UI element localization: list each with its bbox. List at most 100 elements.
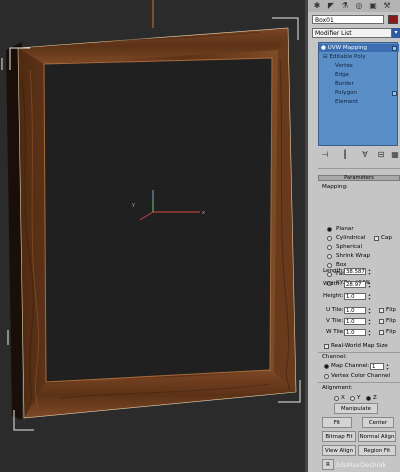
v-tile-input[interactable]: 1.0 <box>344 318 366 325</box>
stack-item-label: Editable Poly <box>329 54 366 60</box>
display-tab-icon[interactable]: ▣ <box>368 1 378 11</box>
stack-item-editable-poly[interactable]: ⊟ Editable Poly <box>323 53 366 61</box>
stack-item-border[interactable]: Border <box>335 80 354 88</box>
real-world-map-size-checkbox[interactable] <box>324 344 329 349</box>
bitmap-fit-button[interactable]: Bitmap Fit <box>322 431 356 442</box>
u-tile-label: U Tile: <box>326 307 344 313</box>
reset-button[interactable]: R <box>322 459 334 470</box>
map-channel-input[interactable]: 1 <box>370 363 384 370</box>
stack-item-edge[interactable]: Edge <box>335 71 349 79</box>
fit-button[interactable]: Fit <box>322 417 352 428</box>
viewport-canvas: y x <box>1 0 301 431</box>
stack-item-element[interactable]: Element <box>335 98 358 106</box>
width-input[interactable]: 28.97 <box>344 281 366 288</box>
axis-y-label: Y <box>357 395 361 401</box>
radio-shrink-wrap[interactable] <box>327 254 332 259</box>
v-tile-spinner[interactable]: ▴ ▾ <box>367 318 372 326</box>
u-flip-checkbox[interactable] <box>379 308 384 313</box>
divider <box>318 168 400 169</box>
view-align-button[interactable]: View Align <box>322 445 356 456</box>
modify-tab-icon[interactable]: ◤ <box>326 1 336 11</box>
real-world-map-size-label: Real-World Map Size <box>331 343 388 349</box>
divider <box>318 352 400 353</box>
stack-toolbar: ⊣ ┃ ∀ ⊟ ▦ <box>318 149 400 163</box>
channel-group-title: Channel: <box>322 354 347 360</box>
radio-align-y[interactable] <box>350 396 355 401</box>
alignment-group-title: Alignment: <box>322 385 353 391</box>
command-panel-tabs: ✱ ◤ ⚗ ◎ ▣ ⚒ <box>308 0 400 12</box>
radio-map-channel[interactable] <box>324 364 329 369</box>
remove-modifier-icon[interactable]: ⊟ <box>376 150 386 160</box>
mapping-option-label: Shrink Wrap <box>336 253 371 259</box>
modifier-stack[interactable]: ● UVW Mapping ⊟ Editable Poly Vertex Edg… <box>318 42 399 146</box>
radio-align-x[interactable] <box>334 396 339 401</box>
mapping-group-title: Mapping: <box>322 184 348 190</box>
v-flip-checkbox[interactable] <box>379 319 384 324</box>
object-color-swatch[interactable] <box>388 15 398 24</box>
height-input[interactable]: 1.0 <box>344 293 366 300</box>
radio-vertex-color-channel[interactable] <box>324 374 329 379</box>
command-panel: ✱ ◤ ⚗ ◎ ▣ ⚒ Box01 Modifier List ▾ ● UVW … <box>308 0 400 472</box>
flip-label: Flip <box>386 307 396 313</box>
region-fit-button[interactable]: Region Fit <box>358 445 396 456</box>
width-spinner[interactable]: ▴ ▾ <box>367 281 372 289</box>
radio-cylindrical[interactable] <box>327 236 332 241</box>
utilities-tab-icon[interactable]: ⚒ <box>382 1 392 11</box>
expand-icon[interactable]: ⊟ <box>323 54 328 60</box>
flip-label: Flip <box>386 318 396 324</box>
cap-label: Cap <box>381 235 392 241</box>
configure-sets-icon[interactable]: ▦ <box>390 150 400 160</box>
perspective-viewport[interactable]: y x <box>0 0 306 472</box>
axis-x-label: X <box>341 395 345 401</box>
vertex-color-channel-label: Vertex Color Channel <box>331 373 391 379</box>
w-tile-spinner[interactable]: ▴ ▾ <box>367 329 372 337</box>
cap-checkbox[interactable] <box>374 236 379 241</box>
u-tile-spinner[interactable]: ▴ ▾ <box>367 307 372 315</box>
v-tile-label: V Tile: <box>326 318 344 324</box>
chevron-down-icon[interactable]: ▾ <box>392 28 400 38</box>
length-spinner[interactable]: ▴ ▾ <box>367 268 372 276</box>
w-tile-input[interactable]: 1.0 <box>344 329 366 336</box>
motion-tab-icon[interactable]: ◎ <box>354 1 364 11</box>
bulb-icon[interactable]: ● <box>321 45 326 51</box>
stack-item-uvw-mapping[interactable]: ● UVW Mapping <box>319 44 399 52</box>
length-label: Length: <box>323 268 345 274</box>
mapping-option-label: Planar <box>336 226 354 232</box>
radio-spherical[interactable] <box>327 245 332 250</box>
center-button[interactable]: Center <box>362 417 394 428</box>
watermark: 3dsMaxDeshnik <box>335 461 387 469</box>
object-name-field[interactable]: Box01 <box>312 15 384 24</box>
stack-toggle-box[interactable] <box>392 91 397 96</box>
radio-planar[interactable] <box>327 227 332 232</box>
svg-text:y: y <box>132 202 135 208</box>
create-tab-icon[interactable]: ✱ <box>312 1 322 11</box>
stack-toggle-box[interactable] <box>392 46 397 51</box>
stack-item-polygon[interactable]: Polygon <box>335 89 357 97</box>
radio-align-z[interactable] <box>366 396 371 401</box>
pin-stack-icon[interactable]: ⊣ <box>320 150 330 160</box>
height-spinner[interactable]: ▴ ▾ <box>367 293 372 301</box>
frame-opening <box>44 58 272 382</box>
w-tile-label: W Tile: <box>326 329 345 335</box>
stack-item-vertex[interactable]: Vertex <box>335 62 353 70</box>
w-flip-checkbox[interactable] <box>379 330 384 335</box>
axis-z-label: Z <box>373 395 377 401</box>
parameters-rollout-header[interactable]: Parameters <box>318 175 400 181</box>
map-channel-label: Map Channel: <box>331 363 370 369</box>
svg-text:x: x <box>202 210 205 216</box>
normal-align-button[interactable]: Normal Align <box>358 431 396 442</box>
map-channel-spinner[interactable]: ▴ ▾ <box>385 363 390 371</box>
stack-item-label: UVW Mapping <box>327 45 367 51</box>
hierarchy-tab-icon[interactable]: ⚗ <box>340 1 350 11</box>
length-input[interactable]: 38.587 <box>344 268 366 275</box>
flip-label: Flip <box>386 329 396 335</box>
mapping-option-label: Cylindrical <box>336 235 366 241</box>
width-label: Width: <box>323 281 342 287</box>
u-tile-input[interactable]: 1.0 <box>344 307 366 314</box>
modifier-list-dropdown[interactable]: Modifier List <box>312 28 392 38</box>
make-unique-icon[interactable]: ∀ <box>360 150 370 160</box>
manipulate-button[interactable]: Manipulate <box>334 403 378 414</box>
show-end-result-icon[interactable]: ┃ <box>340 150 350 160</box>
divider <box>318 382 400 383</box>
height-label: Height: <box>323 293 344 299</box>
